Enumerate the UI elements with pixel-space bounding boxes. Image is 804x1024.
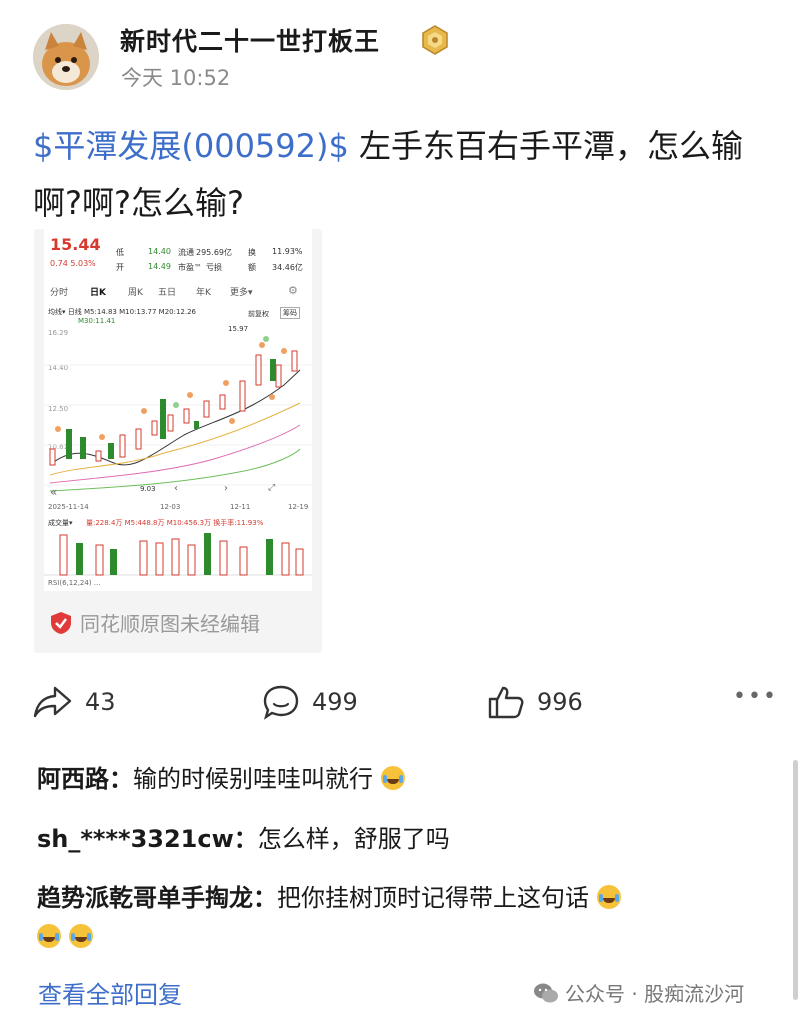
volume-label: 成交量▾ <box>48 519 73 527</box>
chips-button: 筹码 <box>280 307 300 319</box>
comment-text: 输的时候别哇哇叫就行 <box>133 765 373 793</box>
volume-bars <box>44 533 312 576</box>
kline-screenshot: 15.44 0.74 5.03% 低 14.40 开 14.49 流通 295.… <box>44 229 312 591</box>
fullscreen-icon: ⤢ <box>268 483 276 493</box>
comment-icon <box>263 685 299 720</box>
comment-item[interactable]: 趋势派乾哥单手掏龙：把你挂树顶时记得带上这句话 <box>37 878 621 913</box>
scroll-left-icon: « <box>50 485 58 499</box>
amount-label: 额 <box>248 263 256 272</box>
comment-author[interactable]: sh_****3321cw： <box>37 825 258 853</box>
tab-more: 更多▾ <box>230 288 253 298</box>
open-label: 开 <box>116 263 124 272</box>
source-text: 公众号 · 股痴流沙河 <box>565 982 745 1006</box>
crying-laughing-emoji-icon <box>37 924 61 948</box>
low-value: 14.40 <box>148 247 171 256</box>
shield-icon <box>51 611 71 634</box>
adjust-label: 前复权 <box>248 310 269 318</box>
comment-text: 怎么样，舒服了吗 <box>257 825 450 853</box>
ma30-legend: M30:11.41 <box>78 317 116 325</box>
tab-intraday: 分时 <box>50 288 69 298</box>
share-icon <box>33 686 72 718</box>
comment-button[interactable]: 499 <box>262 684 358 720</box>
volume-legend: 量:228.4万 M5:448.8万 M10:456.3万 换手率:11.93% <box>86 519 264 527</box>
comment-text: 把你挂树顶时记得带上这句话 <box>277 884 589 912</box>
comment-item[interactable]: 阿西路：输的时候别哇哇叫就行 <box>37 759 405 794</box>
author-avatar[interactable] <box>33 24 99 90</box>
date-label: 12-03 <box>160 503 181 511</box>
amount-value: 34.46亿 <box>272 263 303 272</box>
tab-five-day: 五日 <box>158 288 177 298</box>
view-all-replies-link[interactable]: 查看全部回复 <box>38 975 182 1010</box>
price-change: 0.74 5.03% <box>50 259 96 268</box>
more-options-icon[interactable]: ••• <box>733 684 778 709</box>
tab-weekly-k: 周K <box>128 288 143 298</box>
crying-laughing-emoji-icon <box>380 766 405 790</box>
candlestick-chart <box>44 336 312 492</box>
post-body: $平潭发展(000592)$ 左手东百右手平潭，怎么输啊?啊?怎么输? <box>33 118 778 232</box>
turnover-value: 11.93% <box>272 247 303 256</box>
stock-tag-link[interactable]: $平潭发展(000592)$ <box>33 127 349 165</box>
price: 15.44 <box>50 235 101 254</box>
crying-laughing-emoji-icon <box>68 924 93 948</box>
float-value: 295.69亿 <box>196 248 232 257</box>
share-count: 43 <box>85 688 116 716</box>
post-image[interactable]: 15.44 0.74 5.03% 低 14.40 开 14.49 流通 295.… <box>34 229 322 653</box>
tab-daily-k: 日K <box>90 288 106 298</box>
comment-count: 499 <box>312 688 358 716</box>
wechat-icon <box>534 983 558 1002</box>
crying-laughing-emoji-icon <box>596 885 621 909</box>
date-label: 12-11 <box>230 503 251 511</box>
turnover-label: 换 <box>248 248 256 257</box>
author-name[interactable]: 新时代二十一世打板王 <box>120 22 380 58</box>
ma-legend: 均线▾ 日线 M5:14.83 M10:13.77 M20:12.26 <box>48 308 196 316</box>
comment-author[interactable]: 趋势派乾哥单手掏龙： <box>37 884 277 912</box>
tab-yearly-k: 年K <box>196 288 211 298</box>
like-button[interactable]: 996 <box>487 684 583 720</box>
next-icon: › <box>224 483 228 494</box>
open-value: 14.49 <box>148 262 171 271</box>
scrollbar[interactable] <box>793 760 798 1000</box>
date-label: 12-19 <box>288 503 309 511</box>
settings-gear-icon: ⚙ <box>288 284 298 297</box>
thumbs-up-icon <box>488 686 524 719</box>
source-watermark: 同花顺原图未经编辑 <box>50 608 260 637</box>
pe-label: 市盈™ <box>178 263 202 272</box>
wechat-source: 公众号 · 股痴流沙河 <box>533 978 744 1007</box>
pe-value: 亏损 <box>206 263 222 272</box>
share-button[interactable]: 43 <box>33 684 116 720</box>
prev-icon: ‹ <box>174 483 178 494</box>
verified-badge-icon <box>420 25 450 59</box>
date-label: 2025-11-14 <box>48 503 89 511</box>
rsi-legend: RSI(6,12,24) ... <box>48 579 101 587</box>
shiba-avatar-image <box>33 24 99 90</box>
comment-emoji-line <box>37 923 93 951</box>
comment-item[interactable]: sh_****3321cw：怎么样，舒服了吗 <box>37 819 450 854</box>
low-label: 低 <box>116 248 124 257</box>
comment-author[interactable]: 阿西路： <box>37 765 133 793</box>
like-count: 996 <box>537 688 583 716</box>
float-label: 流通 <box>178 248 194 257</box>
watermark-text: 同花顺原图未经编辑 <box>80 612 260 636</box>
post-time: 今天 10:52 <box>121 66 231 90</box>
